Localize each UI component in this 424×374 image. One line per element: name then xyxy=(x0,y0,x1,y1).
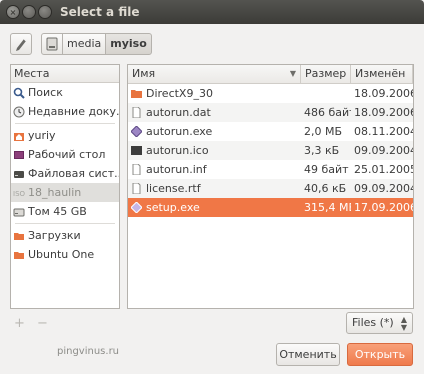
path-root-button[interactable] xyxy=(41,33,63,55)
file-modified: 09.09.2004 xyxy=(354,182,413,195)
title-bar: × Select a file xyxy=(0,0,424,24)
separator xyxy=(15,223,115,224)
bookmark-controls: + − xyxy=(14,316,56,331)
file-row[interactable]: DirectX9_30 18.09.2006 xyxy=(128,84,413,103)
file-modified: 09.09.2004 xyxy=(354,144,413,157)
drive-icon xyxy=(13,208,25,216)
folder-icon xyxy=(131,90,142,98)
remove-bookmark-icon[interactable]: − xyxy=(37,316,48,331)
sort-down-icon: ▼ xyxy=(289,69,296,78)
executable-icon xyxy=(131,126,142,137)
svg-text:ISO: ISO xyxy=(13,190,25,198)
place-label: Загрузки xyxy=(28,229,81,242)
drive-icon xyxy=(46,37,58,51)
file-size: 49 байт xyxy=(304,163,349,176)
column-name[interactable]: Имя ▼ xyxy=(128,65,301,83)
pencil-icon xyxy=(16,38,27,51)
place-search[interactable]: Поиск xyxy=(11,83,119,102)
file-name: autorun.dat xyxy=(146,106,211,119)
file-size: 3,3 кБ xyxy=(304,144,340,157)
column-modified[interactable]: Изменён xyxy=(351,65,413,83)
file-list-header: Имя ▼ Размер Изменён xyxy=(128,65,413,84)
file-modified: 17.09.2006 xyxy=(354,201,413,214)
place-filesystem[interactable]: Файловая сист... xyxy=(11,164,119,183)
add-bookmark-icon[interactable]: + xyxy=(14,316,25,331)
clock-icon xyxy=(13,106,25,117)
file-size: 486 байт xyxy=(304,106,351,119)
place-label: Недавние доку... xyxy=(28,105,119,118)
path-segment-myiso[interactable]: myiso xyxy=(105,33,152,55)
file-row-selected[interactable]: setup.exe 315,4 МБ 17.09.2006 xyxy=(128,198,413,217)
maximize-icon[interactable] xyxy=(38,5,52,19)
file-row[interactable]: autorun.dat 486 байт 18.09.2006 xyxy=(128,103,413,122)
file-row[interactable]: autorun.ico 3,3 кБ 09.09.2004 xyxy=(128,141,413,160)
place-disc[interactable]: ISO 18_haulin xyxy=(11,183,119,202)
file-name: autorun.exe xyxy=(146,125,213,138)
file-name: autorun.inf xyxy=(146,163,207,176)
spin-arrows-icon: ▲ ▼ xyxy=(400,315,407,332)
watermark: pingvinus.ru xyxy=(57,346,120,357)
file-icon xyxy=(132,183,141,194)
place-home[interactable]: yuriy xyxy=(11,126,119,145)
file-list: Имя ▼ Размер Изменён DirectX9_30 18.09.2… xyxy=(127,64,414,309)
path-bar: media myiso xyxy=(41,33,152,55)
cancel-button[interactable]: Отменить xyxy=(276,343,340,366)
place-desktop[interactable]: Рабочий стол xyxy=(11,145,119,164)
file-modified: 18.09.2006 xyxy=(354,87,413,100)
optical-disc-icon: ISO xyxy=(13,190,25,198)
places-header: Места xyxy=(11,65,119,83)
file-row[interactable]: autorun.inf 49 байт 25.01.2005 xyxy=(128,160,413,179)
image-icon xyxy=(131,146,142,155)
minimize-icon[interactable] xyxy=(22,5,36,19)
file-modified: 18.09.2006 xyxy=(354,106,413,119)
filter-value: Files (*) xyxy=(352,316,394,329)
file-icon xyxy=(132,107,141,118)
place-label: yuriy xyxy=(28,129,56,142)
place-label: Ubuntu One xyxy=(28,248,95,261)
place-label: Файловая сист... xyxy=(28,167,119,180)
path-segment-media[interactable]: media xyxy=(62,33,107,55)
home-folder-icon xyxy=(14,132,24,141)
place-label: Поиск xyxy=(28,86,63,99)
column-name-label: Имя xyxy=(132,67,156,80)
file-name: autorun.ico xyxy=(146,144,209,157)
executable-icon xyxy=(131,202,142,213)
open-button[interactable]: Открыть xyxy=(347,343,413,366)
file-modified: 25.01.2005 xyxy=(354,163,413,176)
type-location-button[interactable] xyxy=(10,33,32,55)
place-label: 18_haulin xyxy=(28,186,82,199)
place-recent[interactable]: Недавние доку... xyxy=(11,102,119,121)
search-icon xyxy=(13,87,25,99)
file-icon xyxy=(132,164,141,175)
places-sidebar: Места Поиск Недавние доку... yuriy Рабоч… xyxy=(10,64,120,309)
place-volume[interactable]: Том 45 GB xyxy=(11,202,119,221)
file-row[interactable]: autorun.exe 2,0 МБ 08.11.2004 xyxy=(128,122,413,141)
folder-icon xyxy=(14,232,24,240)
file-modified: 08.11.2004 xyxy=(354,125,413,138)
file-name: DirectX9_30 xyxy=(146,87,213,100)
file-size: 315,4 МБ xyxy=(304,201,351,214)
desktop-icon xyxy=(14,150,24,159)
place-label: Рабочий стол xyxy=(28,148,106,161)
file-type-filter[interactable]: Files (*) ▲ ▼ xyxy=(346,312,413,334)
file-name: setup.exe xyxy=(146,201,200,214)
place-ubuntu-one[interactable]: Ubuntu One xyxy=(11,245,119,264)
close-icon[interactable]: × xyxy=(6,5,20,19)
file-name: license.rtf xyxy=(146,182,201,195)
place-downloads[interactable]: Загрузки xyxy=(11,226,119,245)
separator xyxy=(15,123,115,124)
file-size: 40,6 кБ xyxy=(304,182,347,195)
drive-icon xyxy=(14,170,24,178)
file-rows: DirectX9_30 18.09.2006 autorun.dat 486 б… xyxy=(128,84,413,217)
file-size: 2,0 МБ xyxy=(304,125,343,138)
file-row[interactable]: license.rtf 40,6 кБ 09.09.2004 xyxy=(128,179,413,198)
column-size[interactable]: Размер xyxy=(301,65,351,83)
folder-icon xyxy=(14,251,24,259)
place-label: Том 45 GB xyxy=(28,205,87,218)
window-title: Select a file xyxy=(60,5,140,19)
